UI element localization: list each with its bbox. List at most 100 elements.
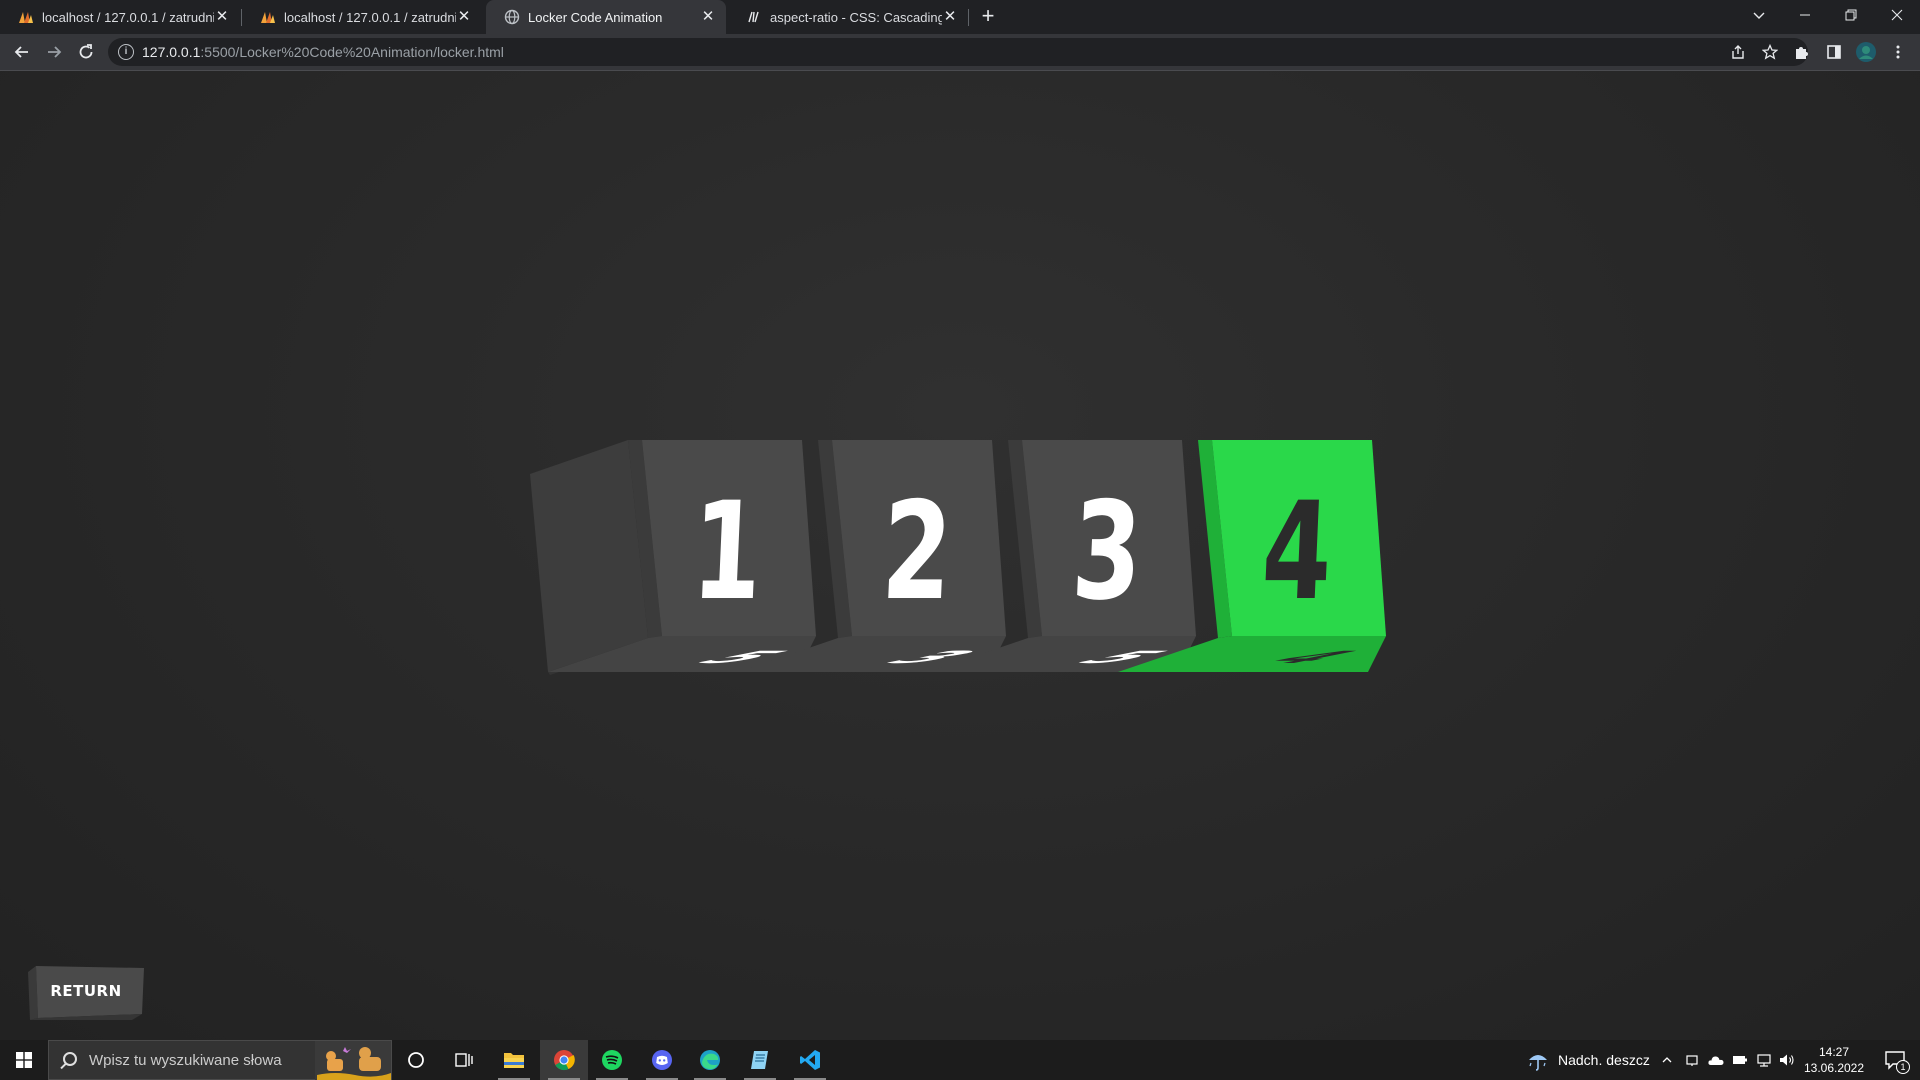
battery-icon [1733,1056,1747,1064]
weather-text[interactable]: Nadch. deszcz [1558,1052,1650,1068]
star-icon [1761,43,1779,60]
browser-menu-button[interactable] [1886,40,1910,64]
tab-title: aspect-ratio - CSS: Cascading Style Shee… [770,9,942,25]
locker-end-cap [530,440,648,672]
close-tab-icon[interactable]: ✕ [214,9,230,25]
digit-wheels: 15233544 [548,440,1386,672]
taskbar-notepad[interactable] [736,1040,784,1080]
clock-time: 14:27 [1818,1045,1850,1059]
discord-icon [652,1050,672,1070]
taskbar-discord[interactable] [638,1040,686,1080]
cloud-icon [1708,1056,1724,1065]
tab-title: localhost / 127.0.0.1 / zatrudnienie [42,9,214,25]
cortana-icon [408,1052,424,1068]
search-highlight-illustration [315,1041,391,1080]
share-button[interactable] [1726,40,1750,64]
profile-button[interactable] [1854,40,1878,64]
network-icon [1757,1054,1771,1067]
side-panel-icon [1827,45,1841,59]
globe-icon [504,9,520,25]
edge-icon [700,1050,720,1070]
browser-toolbar: i 127.0.0.1:5500/Locker%20Code%20Animati… [0,34,1920,70]
weather-rain-icon [1529,1055,1547,1071]
minimize-button[interactable] [1782,0,1828,30]
tray-meet-icon[interactable] [1683,1051,1701,1069]
forward-button[interactable] [42,40,66,64]
taskbar-edge[interactable] [686,1040,734,1080]
avatar [1856,42,1876,62]
url-host: 127.0.0.1 [142,44,201,60]
url-path: :5500/Locker%20Code%20Animation/locker.h… [200,44,504,60]
locker-combination: 15233544 [530,440,1386,675]
chevron-up-icon [1662,1057,1672,1063]
arrow-right-icon [48,46,62,58]
task-view-icon [455,1053,473,1067]
url-text: 127.0.0.1:5500/Locker%20Code%20Animation… [142,44,504,60]
tab-mdn-aspect-ratio[interactable]: aspect-ratio - CSS: Cascading Style Shee… [728,0,968,34]
close-tab-icon[interactable]: ✕ [942,9,958,25]
tab-divider [968,9,969,26]
wheel-digit: 1 [689,473,765,630]
taskbar-file-explorer[interactable] [490,1040,538,1080]
address-bar[interactable]: i 127.0.0.1:5500/Locker%20Code%20Animati… [108,38,1808,66]
minimize-icon [1800,14,1810,16]
taskbar-task-view[interactable] [440,1040,488,1080]
taskbar-search-box[interactable]: Wpisz tu wyszukiwane słowa [48,1040,392,1080]
notification-count-badge: 1 [1896,1060,1910,1074]
tab-title: localhost / 127.0.0.1 / zatrudnienie [284,9,456,25]
reload-button[interactable] [74,40,98,64]
restore-button[interactable] [1828,0,1874,30]
start-button[interactable] [0,1040,48,1080]
taskbar-clock[interactable]: 14:27 13.06.2022 [1798,1044,1870,1076]
taskbar-cortana[interactable] [392,1040,440,1080]
search-icon [63,1052,77,1066]
reload-icon [79,44,93,59]
close-icon [1891,9,1903,21]
arrow-left-icon [14,46,28,58]
speaker-icon [1780,1054,1794,1066]
windows-taskbar: Wpisz tu wyszukiwane słowa Nadch. deszcz… [0,1040,1920,1080]
vscode-icon [800,1050,820,1070]
chrome-icon [554,1050,575,1071]
side-panel-button[interactable] [1822,40,1846,64]
more-vertical-icon [1896,45,1900,59]
tab-search-button[interactable] [1736,0,1782,30]
tab-title: Locker Code Animation [528,9,663,25]
tray-network-icon[interactable] [1755,1051,1773,1069]
puzzle-icon [1796,47,1808,59]
taskbar-chrome[interactable] [540,1040,588,1080]
locker-page: 15233544 RETURN [0,71,1920,1040]
wheel-digit: 4 [1259,473,1335,630]
extensions-button[interactable] [1790,40,1814,64]
close-tab-icon[interactable]: ✕ [700,9,716,25]
tray-volume-icon[interactable] [1778,1051,1796,1069]
file-explorer-icon [504,1053,524,1068]
clock-date: 13.06.2022 [1803,1061,1865,1075]
tab-phpmyadmin-2[interactable]: localhost / 127.0.0.1 / zatrudnienie ✕ [242,0,482,34]
tray-onedrive-icon[interactable] [1707,1051,1725,1069]
taskbar-vscode[interactable] [786,1040,834,1080]
share-icon [1732,45,1744,59]
wheel-digit: 3 [1069,473,1145,630]
phpmyadmin-icon [261,12,275,23]
taskbar-spotify[interactable] [588,1040,636,1080]
back-button[interactable] [10,40,34,64]
action-center-button[interactable]: 1 [1872,1040,1920,1080]
bookmark-button[interactable] [1758,40,1782,64]
phpmyadmin-icon [19,12,33,23]
mdn-icon [748,11,759,23]
return-label: RETURN [50,982,122,1000]
tab-locker-animation[interactable]: Locker Code Animation ✕ [486,0,726,34]
tray-battery-icon[interactable] [1731,1051,1749,1069]
tray-chevron-up-icon[interactable] [1658,1051,1676,1069]
camera-icon [1686,1055,1698,1066]
site-info-icon[interactable]: i [118,44,134,60]
new-tab-button[interactable]: + [976,5,1000,29]
tab-strip: localhost / 127.0.0.1 / zatrudnienie ✕ l… [0,0,1920,34]
wheel-digit: 2 [879,473,955,630]
windows-logo-icon [16,1052,32,1068]
tab-phpmyadmin-1[interactable]: localhost / 127.0.0.1 / zatrudnienie ✕ [0,0,240,34]
close-window-button[interactable] [1874,0,1920,30]
spotify-icon [602,1050,622,1070]
close-tab-icon[interactable]: ✕ [456,9,472,25]
